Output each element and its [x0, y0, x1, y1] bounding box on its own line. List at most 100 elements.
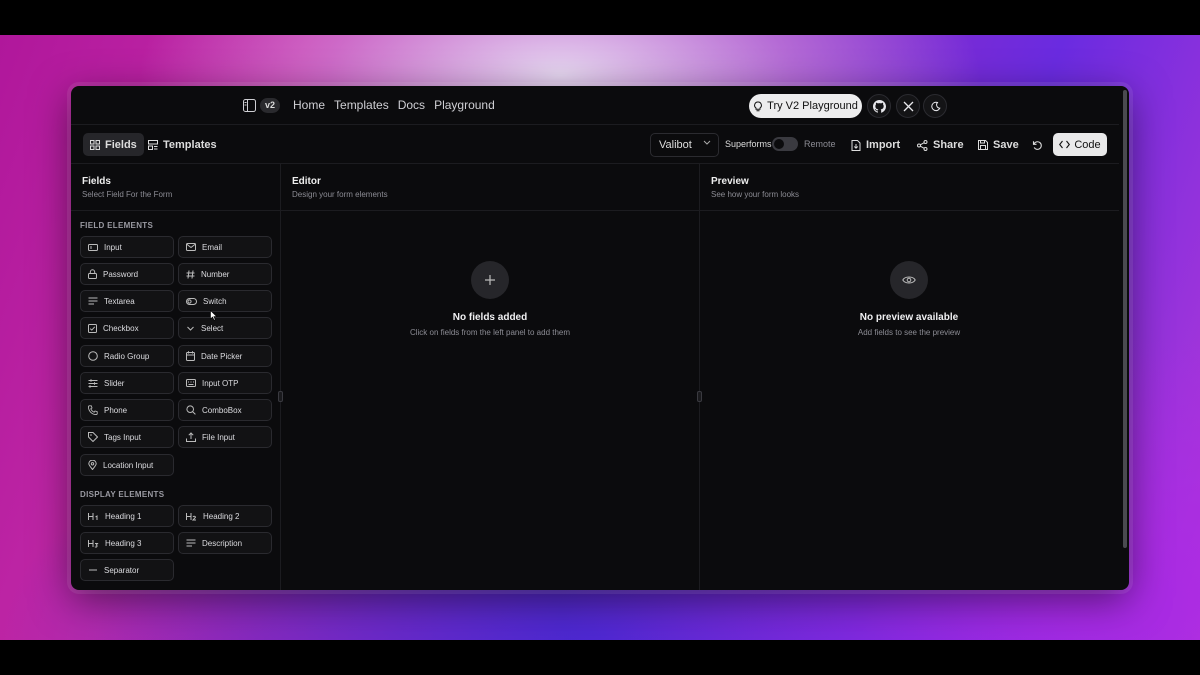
field-button-email[interactable]: Email — [178, 236, 272, 258]
field-label-password: Password — [103, 269, 139, 279]
tab-fields[interactable]: Fields — [83, 133, 144, 156]
field-button-date-picker[interactable]: Date Picker — [178, 345, 272, 367]
lock-icon — [88, 269, 97, 279]
chevron-down-icon — [703, 140, 711, 145]
field-button-textarea[interactable]: Textarea — [80, 290, 174, 312]
field-label-radio-group: Radio Group — [104, 351, 150, 361]
display-button-separator[interactable]: Separator — [80, 559, 174, 581]
text-align-icon — [186, 539, 196, 547]
field-button-file-input[interactable]: File Input — [178, 426, 272, 448]
share-icon — [917, 139, 928, 151]
moon-icon — [930, 101, 941, 111]
field-label-number: Number — [201, 269, 230, 279]
top-nav: v2 Home Templates Docs Playground Try V2… — [71, 86, 1119, 125]
field-elements-heading: FIELD ELEMENTS — [80, 221, 154, 230]
field-button-slider[interactable]: Slider — [80, 372, 174, 394]
heading-3-icon — [88, 539, 99, 548]
nav-link-templates[interactable]: Templates — [334, 98, 389, 112]
circle-icon — [88, 351, 98, 361]
preview-panel: Preview See how your form looks No previ… — [700, 164, 1119, 590]
field-label-phone: Phone — [104, 405, 128, 415]
save-button[interactable]: Save — [978, 133, 1019, 157]
field-button-number[interactable]: Number — [178, 263, 272, 285]
reset-button[interactable] — [1032, 133, 1043, 157]
nav-link-docs[interactable]: Docs — [398, 98, 425, 112]
field-button-select[interactable]: Select — [178, 317, 272, 339]
field-button-switch[interactable]: Switch — [178, 290, 272, 312]
preview-empty-subtitle: Add fields to see the preview — [857, 328, 961, 337]
upload-icon — [186, 432, 196, 442]
schema-library-value: Valibot — [659, 139, 692, 151]
field-button-phone[interactable]: Phone — [80, 399, 174, 421]
toolbar: Fields Templates Valibot Superforms Remo… — [71, 126, 1119, 164]
field-label-switch: Switch — [203, 296, 227, 306]
x-twitter-button[interactable] — [896, 94, 920, 118]
share-label: Share — [933, 139, 964, 151]
field-label-tags-input: Tags Input — [104, 432, 141, 442]
editor-panel: Editor Design your form elements No fiel… — [281, 164, 700, 590]
nav-link-playground[interactable]: Playground — [434, 98, 495, 112]
display-button-heading-3[interactable]: Heading 3 — [80, 532, 174, 554]
file-import-icon — [851, 139, 861, 151]
field-button-checkbox[interactable]: Checkbox — [80, 317, 174, 339]
display-button-heading-1[interactable]: Heading 1 — [80, 505, 174, 527]
tab-templates[interactable]: Templates — [141, 133, 224, 156]
code-button[interactable]: Code — [1053, 133, 1107, 156]
fields-panel-subtitle: Select Field For the Form — [82, 190, 173, 199]
preview-empty-title: No preview available — [859, 312, 959, 323]
github-button[interactable] — [867, 94, 891, 118]
share-button[interactable]: Share — [917, 133, 964, 157]
rotate-ccw-icon — [1032, 140, 1042, 150]
code-icon — [1059, 140, 1071, 149]
field-label-combobox: ComboBox — [202, 405, 242, 415]
editor-panel-header: Editor Design your form elements — [281, 164, 699, 211]
tag-icon — [88, 432, 98, 442]
x-icon — [903, 101, 913, 111]
letterbox-bottom — [0, 640, 1200, 675]
phone-icon — [88, 405, 98, 415]
superforms-label: Superforms — [725, 139, 772, 149]
editor-panel-subtitle: Design your form elements — [292, 190, 388, 199]
field-button-tags-input[interactable]: Tags Input — [80, 426, 174, 448]
editor-empty-title: No fields added — [452, 312, 528, 323]
field-label-textarea: Textarea — [104, 296, 135, 306]
fields-panel-title: Fields — [82, 176, 111, 187]
display-label-heading-2: Heading 2 — [203, 511, 240, 521]
window-scrollbar[interactable] — [1123, 90, 1127, 548]
field-button-combobox[interactable]: ComboBox — [178, 399, 272, 421]
editor-panel-title: Editor — [292, 176, 321, 187]
field-button-input-otp[interactable]: Input OTP — [178, 372, 272, 394]
field-button-radio-group[interactable]: Radio Group — [80, 345, 174, 367]
theme-toggle-button[interactable] — [923, 94, 947, 118]
toggle-icon — [186, 297, 197, 305]
import-button[interactable]: Import — [851, 133, 900, 157]
letterbox-top — [0, 0, 1200, 35]
preview-panel-subtitle: See how your form looks — [711, 190, 800, 199]
field-label-file-input: File Input — [202, 432, 235, 442]
sidebar-layout-icon[interactable] — [243, 99, 256, 112]
mode-toggle[interactable] — [772, 137, 798, 151]
display-button-description[interactable]: Description — [178, 532, 272, 554]
mouse-cursor-icon — [210, 310, 218, 321]
remote-label: Remote — [804, 139, 836, 149]
field-button-location-input[interactable]: Location Input — [80, 454, 174, 476]
field-label-slider: Slider — [104, 378, 125, 388]
display-button-heading-2[interactable]: Heading 2 — [178, 505, 272, 527]
display-label-heading-3: Heading 3 — [105, 538, 142, 548]
editor-empty-icon — [471, 261, 509, 299]
field-label-input: Input — [104, 242, 122, 252]
nav-link-home[interactable]: Home — [293, 98, 325, 112]
schema-library-select[interactable]: Valibot — [650, 133, 719, 157]
field-button-input[interactable]: Input — [80, 236, 174, 258]
display-label-description: Description — [202, 538, 243, 548]
display-label-heading-1: Heading 1 — [105, 511, 142, 521]
left-resize-handle[interactable] — [278, 391, 283, 402]
display-label-separator: Separator — [104, 565, 140, 575]
code-label: Code — [1074, 138, 1101, 151]
field-button-password[interactable]: Password — [80, 263, 174, 285]
try-v2-playground-button[interactable]: Try V2 Playground — [749, 94, 862, 118]
field-label-input-otp: Input OTP — [202, 378, 239, 388]
field-label-email: Email — [202, 242, 223, 252]
right-resize-handle[interactable] — [697, 391, 702, 402]
minus-icon — [89, 569, 97, 571]
